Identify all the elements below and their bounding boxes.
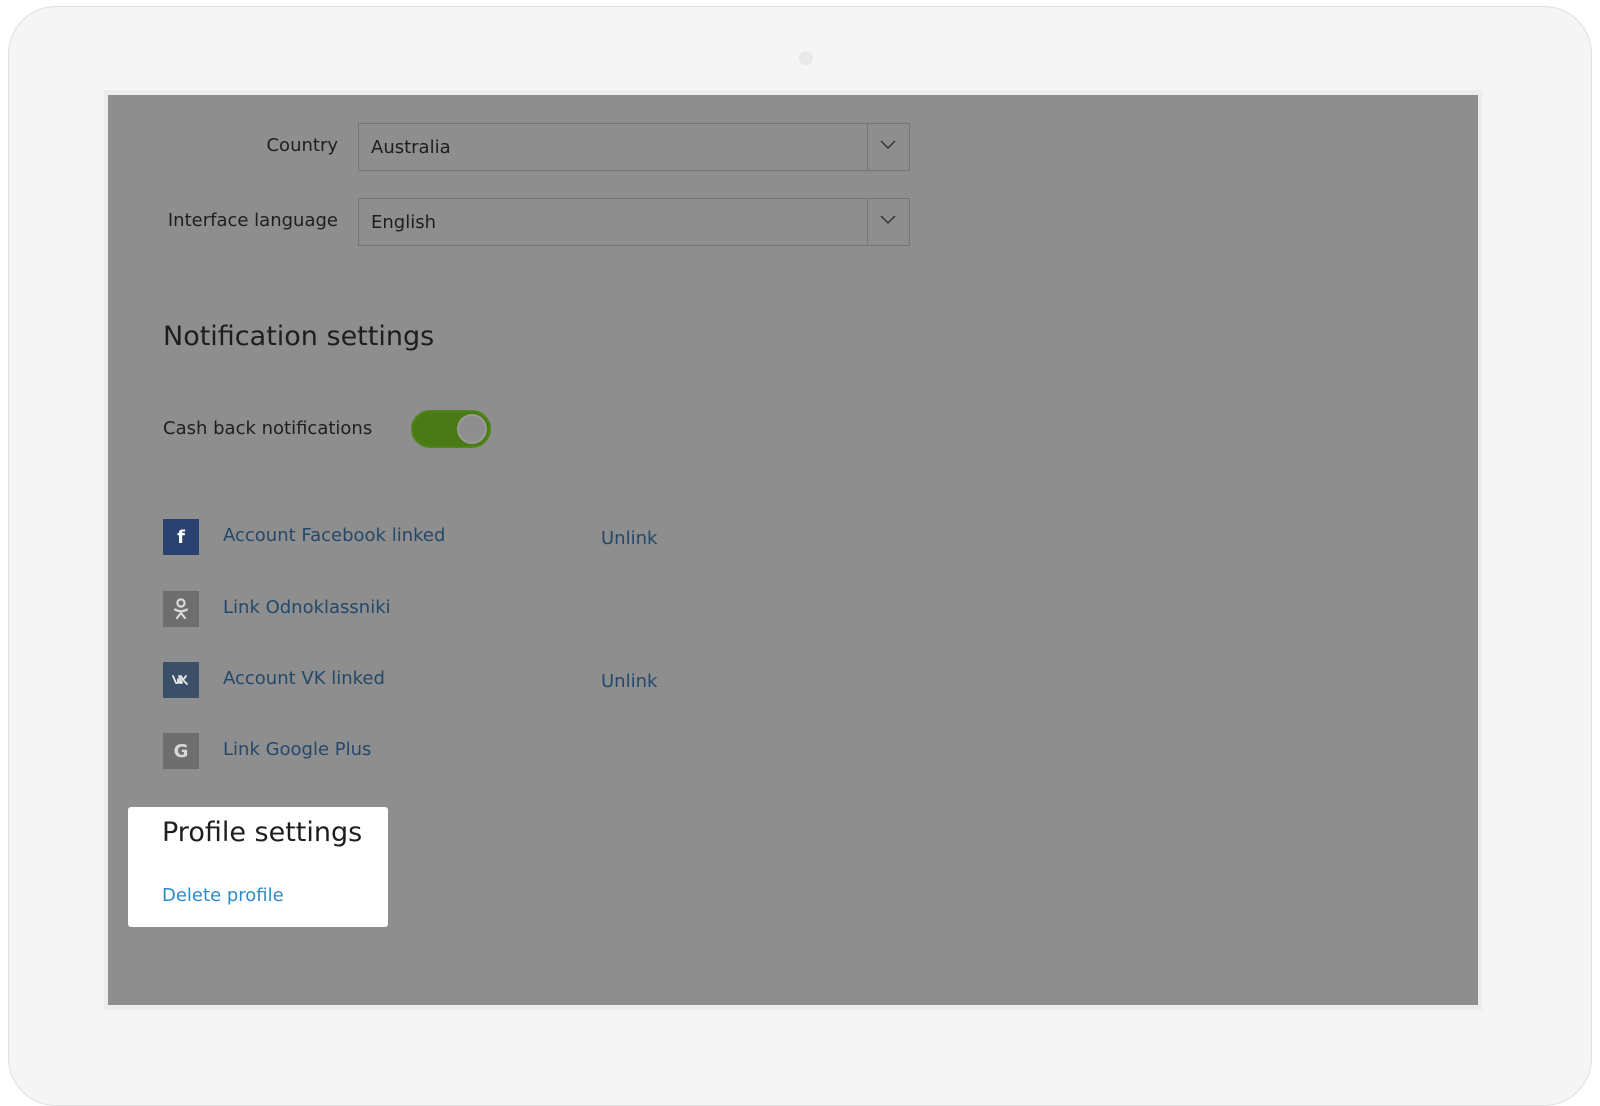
country-label: Country (266, 135, 338, 156)
language-select-value: English (371, 212, 436, 233)
facebook-unlink-button[interactable]: Unlink (601, 528, 657, 549)
country-select-arrow[interactable] (867, 124, 909, 170)
delete-profile-link[interactable]: Delete profile (162, 885, 284, 906)
odnoklassniki-glyph (173, 598, 189, 620)
settings-screen: Country Australia Interface language Eng… (108, 95, 1478, 1005)
language-select[interactable]: English (358, 198, 910, 246)
profile-settings-card: Profile settings Delete profile (128, 807, 388, 927)
google-plus-icon: G (163, 733, 199, 769)
odnoklassniki-link[interactable]: Link Odnoklassniki (223, 597, 391, 618)
cashback-notifications-label: Cash back notifications (163, 418, 373, 439)
language-select-arrow[interactable] (867, 199, 909, 245)
language-label: Interface language (167, 210, 338, 231)
country-select-value: Australia (371, 137, 451, 158)
facebook-link[interactable]: Account Facebook linked (223, 525, 445, 546)
social-row-google: G Link Google Plus (163, 733, 683, 769)
google-glyph: G (173, 740, 189, 762)
social-row-odnoklassniki: Link Odnoklassniki (163, 591, 683, 627)
notification-settings-title: Notification settings (163, 321, 435, 352)
vk-icon (163, 662, 199, 698)
chevron-down-icon (880, 215, 896, 225)
odnoklassniki-icon (163, 591, 199, 627)
vk-unlink-button[interactable]: Unlink (601, 671, 657, 692)
cashback-notifications-toggle[interactable] (411, 410, 491, 448)
language-row: Interface language English (108, 198, 1478, 248)
vk-link[interactable]: Account VK linked (223, 668, 385, 689)
country-select[interactable]: Australia (358, 123, 910, 171)
facebook-icon: f (163, 519, 199, 555)
vk-glyph (172, 675, 188, 685)
social-row-facebook: f Account Facebook linked Unlink (163, 519, 683, 555)
camera-dot (799, 51, 813, 65)
toggle-knob (457, 414, 487, 444)
country-row: Country Australia (108, 123, 1478, 173)
facebook-glyph: f (177, 526, 185, 548)
chevron-down-icon (880, 140, 896, 150)
social-row-vk: Account VK linked Unlink (163, 662, 683, 698)
google-plus-link[interactable]: Link Google Plus (223, 739, 371, 760)
profile-settings-title: Profile settings (162, 817, 363, 848)
